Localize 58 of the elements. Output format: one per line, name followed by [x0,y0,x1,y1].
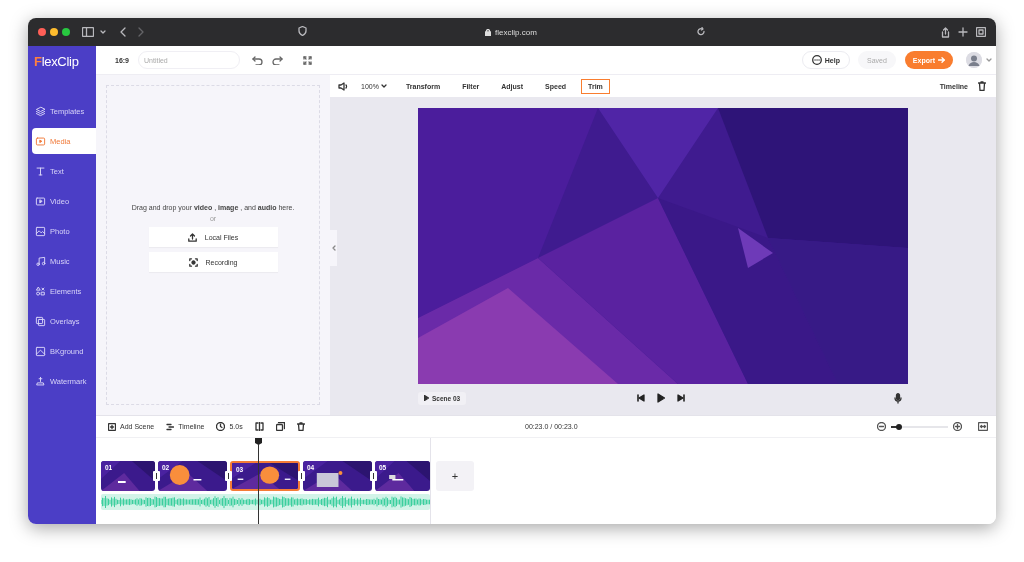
add-scene-button[interactable]: + [436,461,474,491]
share-icon[interactable] [941,26,950,38]
photo-icon [35,225,46,237]
playhead[interactable] [255,438,262,524]
forward-icon[interactable] [138,27,144,37]
collapse-handle[interactable] [330,230,337,266]
fullscreen-icon[interactable] [303,55,312,65]
next-icon[interactable] [677,394,685,402]
sidebar-icon[interactable] [82,27,94,37]
logo: FlexClip [34,53,79,69]
transition-icon[interactable] [298,471,305,481]
transition-icon[interactable] [153,471,160,481]
layers-icon [35,105,46,117]
background-icon [35,345,46,357]
video-icon [35,195,46,207]
url-text: flexclip.com [495,27,537,37]
play-icon [424,395,429,401]
zoom-button[interactable] [62,28,70,36]
undo-icon[interactable] [252,55,263,65]
chat-icon [811,55,822,65]
volume-icon[interactable] [338,81,348,91]
transition-icon[interactable] [225,471,232,481]
redo-icon[interactable] [272,55,283,65]
timeline-icon [166,422,175,431]
play-icon[interactable] [657,393,665,403]
duplicate-icon[interactable] [275,422,285,431]
music-icon [35,255,46,267]
reload-icon[interactable] [697,27,705,36]
trash-icon[interactable] [978,81,986,91]
add-scene-icon [108,422,116,431]
back-icon[interactable] [120,27,126,37]
clock-icon [216,422,226,431]
close-button[interactable] [38,28,46,36]
zoom-in-icon[interactable] [953,422,962,431]
avatar[interactable] [966,52,982,68]
folder-icon [35,135,46,147]
chevron-left-icon [331,245,336,251]
tabs-icon[interactable] [976,26,986,37]
minimize-button[interactable] [50,28,58,36]
fit-icon[interactable] [978,422,988,431]
shapes-icon [35,285,46,297]
transition-icon[interactable] [370,471,377,481]
previous-icon[interactable] [637,394,645,402]
new-tab-icon[interactable] [958,26,968,37]
overlay-icon [35,315,46,327]
zoom-out-icon[interactable] [877,422,886,431]
upload-icon [187,232,197,242]
chevron-down-icon[interactable] [100,30,106,34]
lock-icon [485,28,492,36]
shield-icon[interactable] [298,26,307,36]
text-icon [35,165,46,177]
microphone-icon[interactable] [894,392,902,404]
arrow-right-icon [938,57,945,63]
record-icon [188,257,198,267]
chevron-down-icon [380,84,387,88]
split-icon[interactable] [254,422,264,431]
trash-icon[interactable] [296,422,305,431]
stamp-icon [35,375,46,387]
